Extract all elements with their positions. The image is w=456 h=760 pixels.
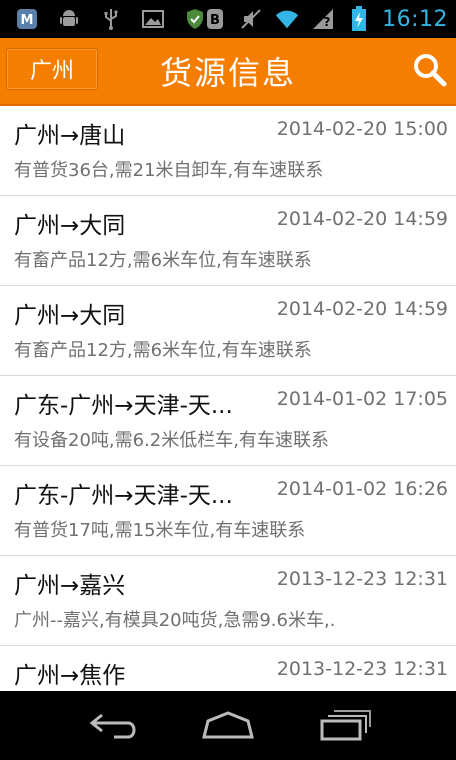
- item-date: 2013-12-23 12:31: [276, 658, 448, 680]
- item-description: 有设备20吨,需6.2米低栏车,有车速联系: [14, 430, 329, 451]
- item-route: 广州→大同: [14, 213, 126, 239]
- clock: 16:12: [382, 6, 448, 32]
- status-bar: M B ? 16:12: [0, 0, 456, 38]
- item-description: 广州--嘉兴,有模具20吨货,急需9.6米车,.: [14, 610, 336, 631]
- battery-charging-icon: [346, 6, 372, 32]
- item-description: 有畜产品12方,需6米车位,有车速联系: [14, 250, 312, 271]
- item-date: 2014-02-20 15:00: [276, 118, 448, 140]
- svg-text:B: B: [210, 13, 220, 28]
- item-description: 有普货36台,需21米自卸车,有车速联系: [14, 160, 324, 181]
- system-nav-bar: [0, 691, 456, 760]
- item-description: 有畜产品12方,需6米车位,有车速联系: [14, 340, 312, 361]
- item-route: 广州→嘉兴: [14, 573, 126, 599]
- recent-apps-icon[interactable]: [314, 707, 374, 743]
- item-route: 广州→焦作: [14, 663, 126, 689]
- item-route: 广州→唐山: [14, 123, 126, 149]
- item-date: 2014-02-20 14:59: [276, 208, 448, 230]
- item-date: 2013-12-23 12:31: [276, 568, 448, 590]
- mute-icon: [238, 6, 264, 32]
- item-route: 广州→大同: [14, 303, 126, 329]
- home-icon[interactable]: [198, 707, 258, 743]
- svg-text:M: M: [21, 13, 34, 28]
- image-icon: [140, 6, 166, 32]
- search-icon[interactable]: [412, 52, 448, 88]
- wifi-icon: [274, 6, 300, 32]
- android-icon: [56, 6, 82, 32]
- item-date: 2014-01-02 17:05: [276, 388, 448, 410]
- page-title: 货源信息: [159, 54, 296, 92]
- item-date: 2014-01-02 16:26: [276, 478, 448, 500]
- list-item[interactable]: 广州→唐山 2014-02-20 15:00 有普货36台,需21米自卸车,有车…: [0, 106, 456, 196]
- item-date: 2014-02-20 14:59: [276, 298, 448, 320]
- cargo-list: 广州→唐山 2014-02-20 15:00 有普货36台,需21米自卸车,有车…: [0, 106, 456, 691]
- list-item[interactable]: 广东-广州→天津-天... 2014-01-02 17:05 有设备20吨,需6…: [0, 376, 456, 466]
- app-header: 广州 货源信息: [0, 38, 456, 106]
- app-m-icon: M: [14, 6, 40, 32]
- list-item[interactable]: 广州→大同 2014-02-20 14:59 有畜产品12方,需6米车位,有车速…: [0, 196, 456, 286]
- list-item[interactable]: 广州→焦作 2013-12-23 12:31: [0, 646, 456, 691]
- signal-icon: ?: [310, 6, 336, 32]
- list-item[interactable]: 广州→嘉兴 2013-12-23 12:31 广州--嘉兴,有模具20吨货,急需…: [0, 556, 456, 646]
- item-route: 广东-广州→天津-天...: [14, 483, 233, 509]
- bluetooth-icon: B: [202, 6, 228, 32]
- item-route: 广东-广州→天津-天...: [14, 393, 233, 419]
- item-description: 有普货17吨,需15米车位,有车速联系: [14, 520, 306, 541]
- back-icon[interactable]: [84, 707, 144, 743]
- svg-text:?: ?: [324, 15, 331, 29]
- list-item[interactable]: 广东-广州→天津-天... 2014-01-02 16:26 有普货17吨,需1…: [0, 466, 456, 556]
- usb-icon: [98, 6, 124, 32]
- list-item[interactable]: 广州→大同 2014-02-20 14:59 有畜产品12方,需6米车位,有车速…: [0, 286, 456, 376]
